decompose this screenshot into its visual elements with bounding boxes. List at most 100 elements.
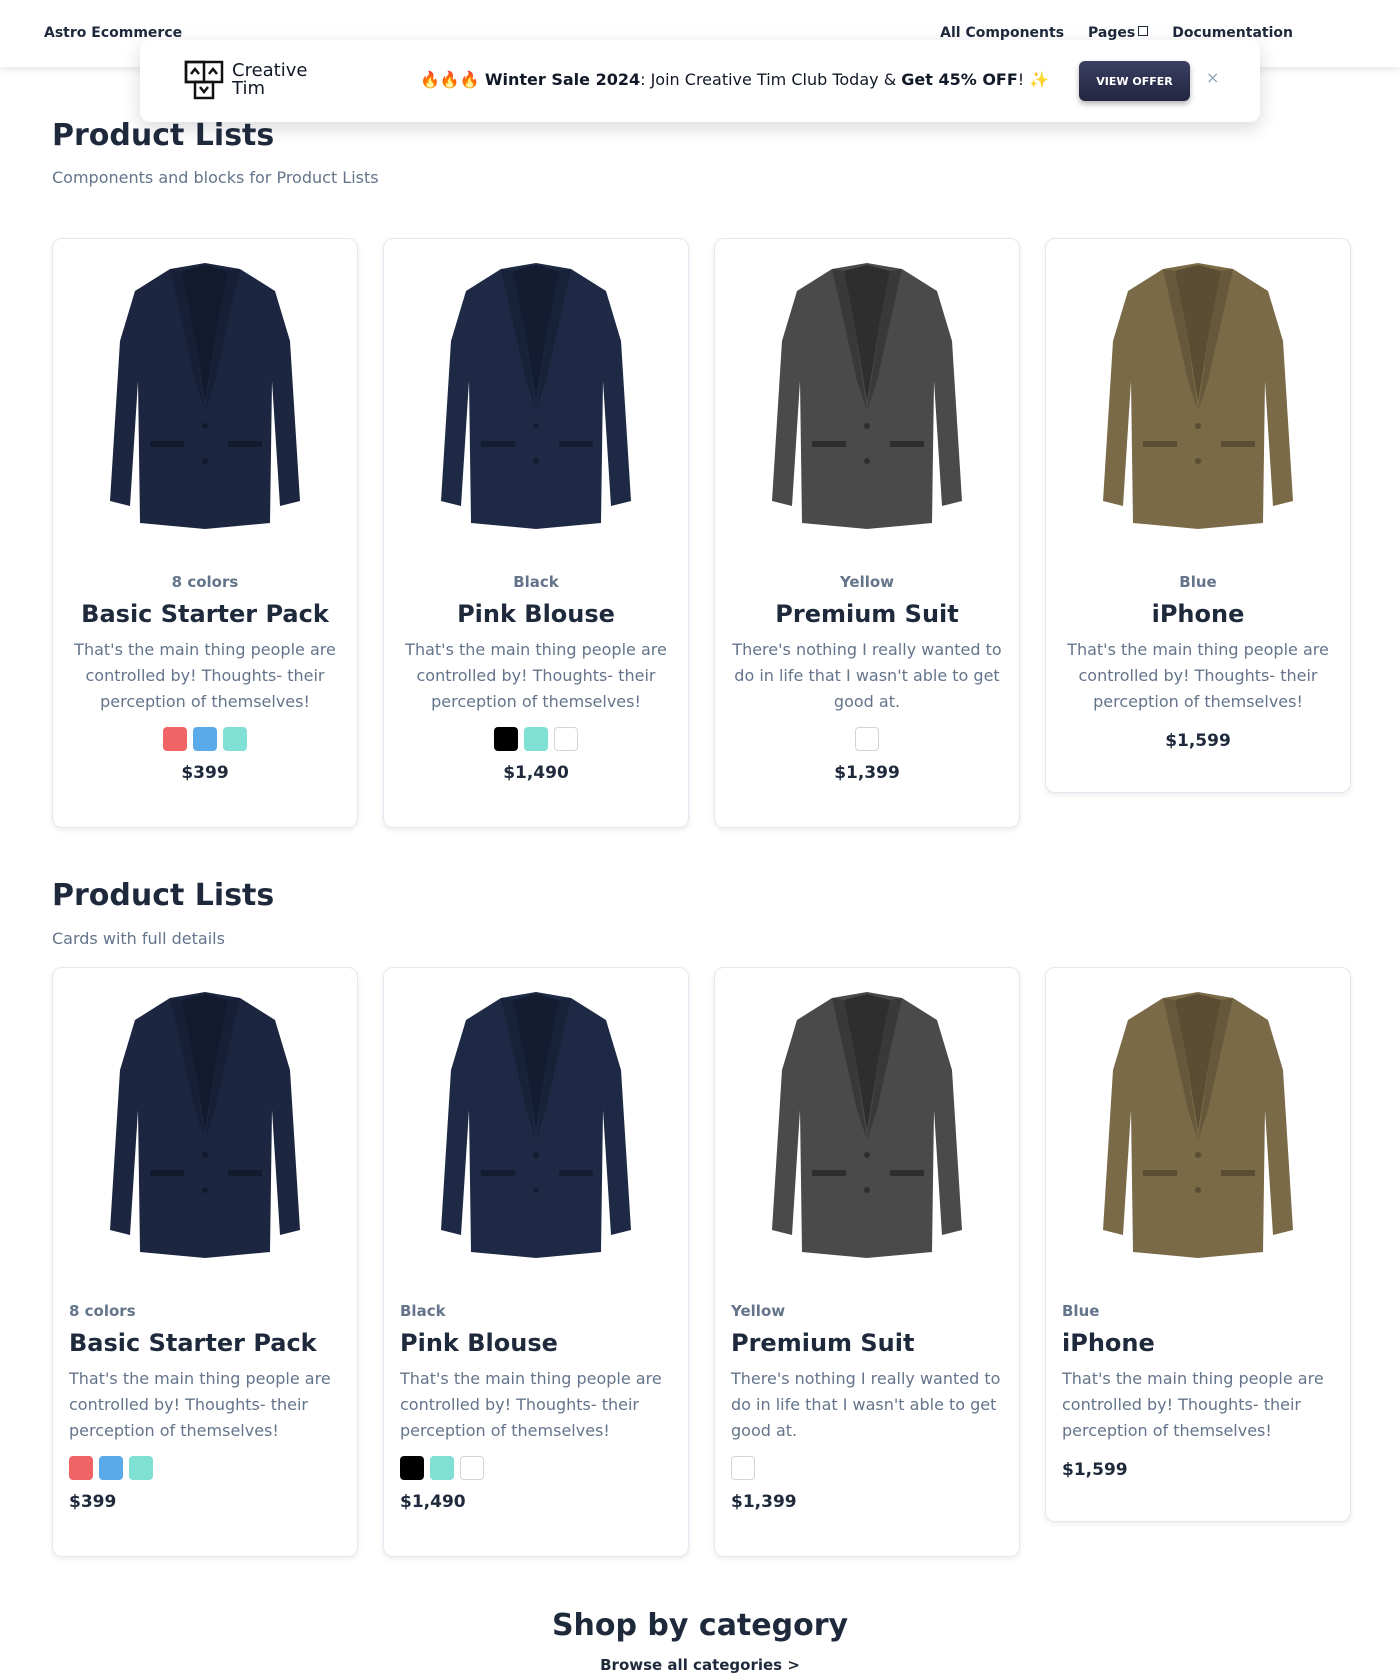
color-swatch[interactable] [855,727,879,751]
product-info: Black Pink Blouse That's the main thing pe… [400,573,672,783]
product-image[interactable] [1093,261,1303,531]
color-swatch[interactable] [69,1456,93,1480]
product-name[interactable]: Basic Starter Pack [69,1329,341,1357]
creative-tim-logo[interactable]: Creative Tim [184,60,307,100]
product-price: $1,599 [1165,731,1231,751]
product-description: That's the main thing people are control… [74,640,336,711]
product-variant: Black [400,1302,446,1320]
nav-links: All Components Pages Documentation [940,25,1293,41]
nav-documentation[interactable]: Documentation [1172,25,1293,41]
promo-sale-name: Winter Sale 2024 [484,70,641,89]
product-info: Blue iPhone That's the main thing people a… [1062,573,1334,751]
product-price: $1,599 [1062,1460,1128,1480]
product-price: $1,490 [400,1492,466,1512]
product-name[interactable]: iPhone [1062,600,1334,628]
color-swatch[interactable] [99,1456,123,1480]
section-title: Product Lists [52,118,275,153]
product-image[interactable] [431,990,641,1260]
section-subtitle: Components and blocks for Product Lists [52,168,379,187]
promo-middle: : Join Creative Tim Club Today & [640,70,902,89]
color-swatch[interactable] [524,727,548,751]
product-card[interactable]: 8 colors Basic Starter Pack That's the mai… [52,238,358,828]
product-card[interactable]: Black Pink Blouse That's the main thing pe… [383,238,689,828]
color-swatches [69,1456,341,1480]
product-description: There's nothing I really wanted to do in… [732,640,1002,711]
color-swatch[interactable] [400,1456,424,1480]
section-subtitle: Cards with full details [52,929,225,948]
color-swatch[interactable] [460,1456,484,1480]
external-link-icon [1138,26,1149,36]
product-variant: Blue [1179,573,1217,591]
product-card[interactable]: Yellow Premium Suit There's nothing I real… [714,967,1020,1557]
color-swatch[interactable] [430,1456,454,1480]
product-card[interactable]: Blue iPhone That's the main thing people a… [1045,238,1351,793]
product-image[interactable] [100,261,310,531]
shop-by-category-title: Shop by category [551,1608,849,1643]
color-swatch[interactable] [223,727,247,751]
product-card[interactable]: Yellow Premium Suit There's nothing I real… [714,238,1020,828]
promo-discount: Get 45% OFF [901,70,1018,89]
product-price: $399 [69,1492,117,1512]
product-info: Black Pink Blouse That's the main thing pe… [400,1302,672,1512]
color-swatches [69,727,341,751]
product-name[interactable]: Pink Blouse [400,1329,672,1357]
product-description: That's the main thing people are control… [400,1369,662,1440]
promo-suffix: ! ✨ [1017,70,1050,89]
product-image[interactable] [762,990,972,1260]
brand-link[interactable]: Astro Ecommerce [44,25,182,41]
product-price: $1,490 [503,763,569,783]
product-description: There's nothing I really wanted to do in… [731,1369,1001,1440]
product-variant: Blue [1062,1302,1100,1320]
product-image[interactable] [100,990,310,1260]
product-image[interactable] [762,261,972,531]
product-description: That's the main thing people are control… [1067,640,1329,711]
fire-emoji: 🔥🔥🔥 [420,70,480,89]
section-title: Product Lists [52,878,275,913]
product-description: That's the main thing people are control… [69,1369,331,1440]
color-swatch[interactable] [129,1456,153,1480]
color-swatch[interactable] [163,727,187,751]
product-card[interactable]: 8 colors Basic Starter Pack That's the mai… [52,967,358,1557]
color-swatch[interactable] [731,1456,755,1480]
color-swatch[interactable] [554,727,578,751]
product-variant: 8 colors [171,573,239,591]
product-name[interactable]: Pink Blouse [400,600,672,628]
nav-all-components[interactable]: All Components [940,25,1064,41]
creative-tim-logo-icon [184,60,224,100]
color-swatch[interactable] [494,727,518,751]
product-info: 8 colors Basic Starter Pack That's the mai… [69,1302,341,1512]
product-variant: Yellow [731,1302,786,1320]
browse-all-categories-link[interactable]: Browse all categories > [0,1656,1400,1674]
product-card[interactable]: Blue iPhone That's the main thing people a… [1045,967,1351,1522]
product-info: Yellow Premium Suit There's nothing I real… [731,1302,1003,1512]
product-price: $1,399 [731,1492,797,1512]
color-swatch[interactable] [193,727,217,751]
product-price: $1,399 [834,763,900,783]
product-name[interactable]: Premium Suit [731,600,1003,628]
product-variant: 8 colors [69,1302,136,1320]
view-offer-button[interactable]: VIEW OFFER [1079,61,1190,101]
logo-text-line2: Tim [232,78,265,99]
nav-pages-label: Pages [1088,25,1136,41]
nav-pages[interactable]: Pages [1088,25,1149,41]
promo-banner: Creative Tim 🔥🔥🔥 Winter Sale 2024: Join … [140,40,1260,122]
color-swatches [731,1456,1003,1480]
product-info: 8 colors Basic Starter Pack That's the mai… [69,573,341,783]
product-name[interactable]: Basic Starter Pack [69,600,341,628]
promo-text: 🔥🔥🔥 Winter Sale 2024: Join Creative Tim … [420,70,1049,89]
close-icon[interactable]: × [1206,68,1219,87]
product-price: $399 [181,763,229,783]
product-image[interactable] [1093,990,1303,1260]
product-image[interactable] [431,261,641,531]
product-info: Yellow Premium Suit There's nothing I real… [731,573,1003,783]
color-swatches [400,727,672,751]
product-variant: Yellow [839,573,895,591]
product-variant: Black [513,573,559,591]
product-name[interactable]: Premium Suit [731,1329,1003,1357]
product-description: That's the main thing people are control… [405,640,667,711]
color-swatches [731,727,1003,751]
product-description: That's the main thing people are control… [1062,1369,1324,1440]
color-swatches [400,1456,672,1480]
product-name[interactable]: iPhone [1062,1329,1334,1357]
product-card[interactable]: Black Pink Blouse That's the main thing pe… [383,967,689,1557]
